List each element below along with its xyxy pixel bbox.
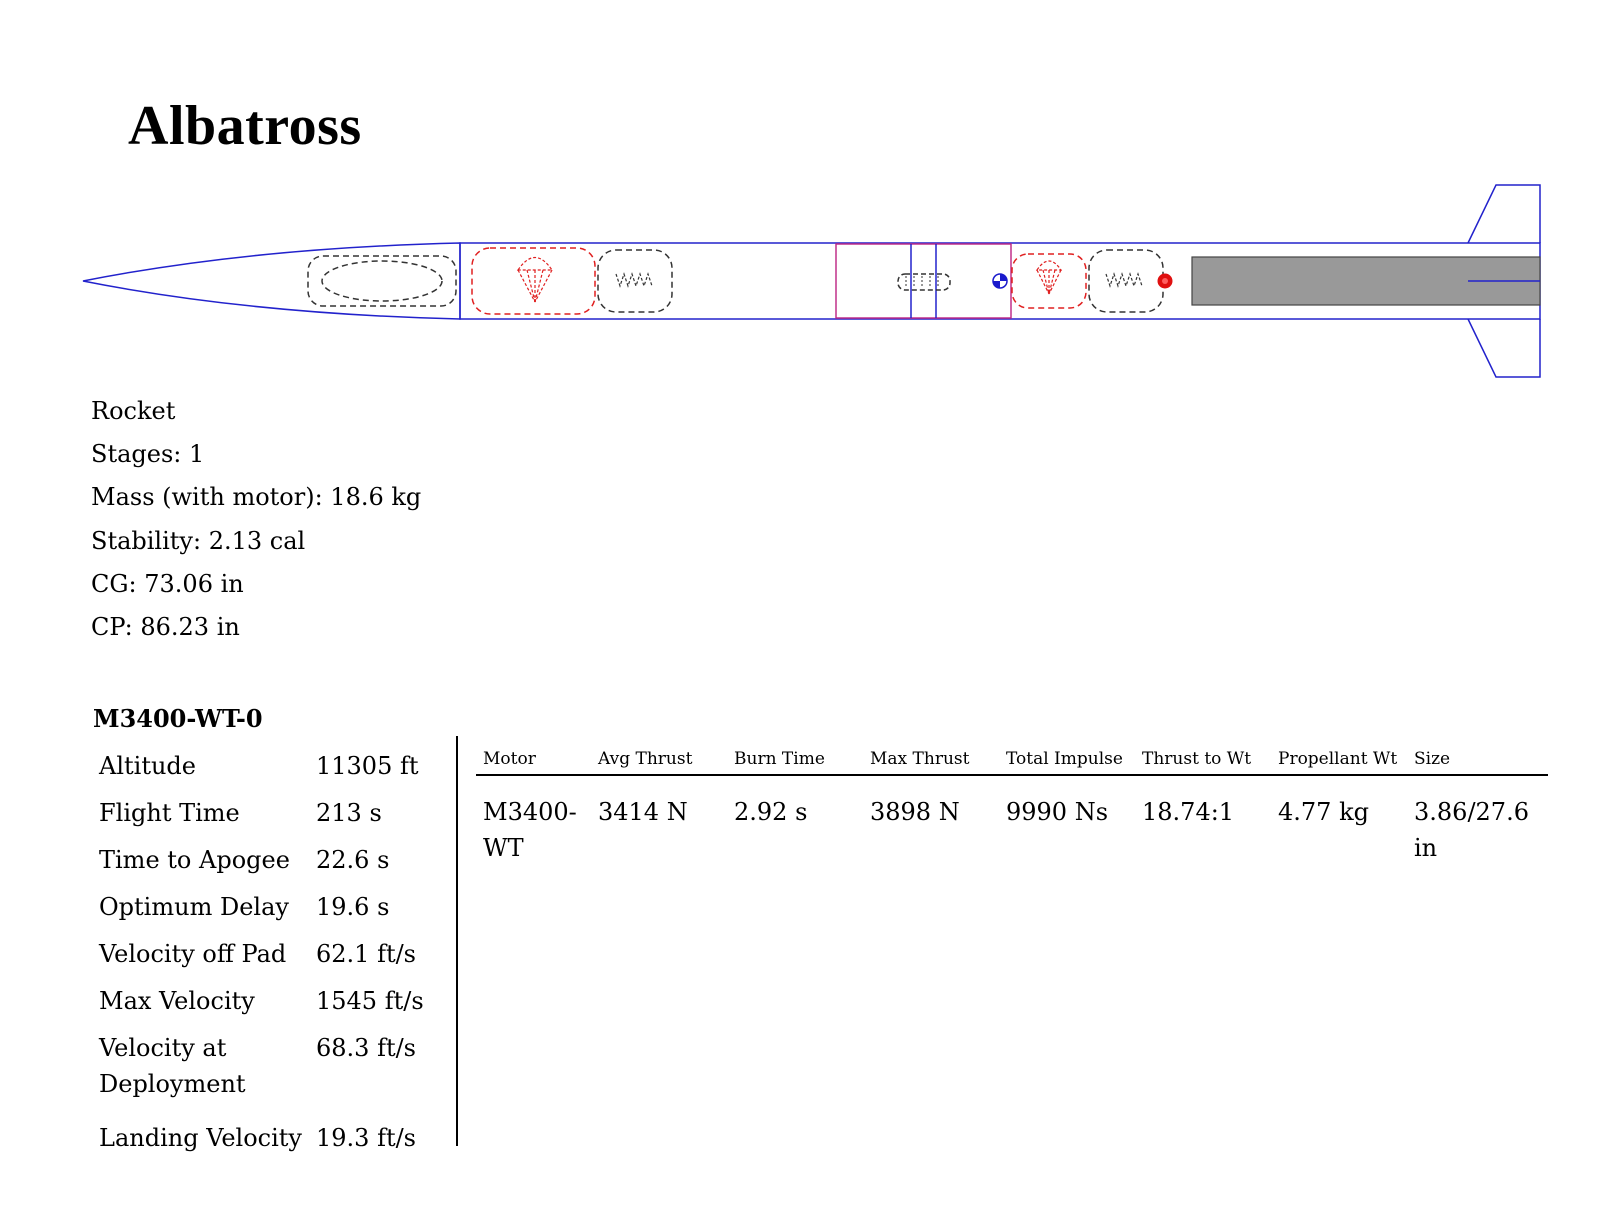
cell-burn-time: 2.92 s <box>734 798 808 826</box>
cp-marker-icon <box>1157 273 1173 289</box>
table-row: Optimum Delay 19.6 s <box>92 889 440 936</box>
cell-total-impulse: 9990 Ns <box>1006 798 1109 826</box>
stat-label: Velocity at Deployment <box>99 1034 246 1098</box>
page-title: Albatross <box>128 95 362 157</box>
nose-mass-component <box>307 255 457 307</box>
stat-label: Landing Velocity <box>99 1124 302 1152</box>
table-row: Velocity at Deployment 68.3 ft/s <box>92 1030 440 1120</box>
stat-label: Time to Apogee <box>99 846 290 874</box>
stat-value: 19.6 s <box>316 893 390 921</box>
table-row: Altitude 11305 ft <box>92 748 440 795</box>
header-motor: Motor <box>476 744 591 776</box>
cell-motor: M3400-WT <box>483 798 577 862</box>
shock-cord-1 <box>597 249 673 313</box>
stat-label: Velocity off Pad <box>99 940 287 968</box>
nose-ballast <box>321 260 443 302</box>
fin-top <box>1467 184 1541 244</box>
stages-value: Stages: 1 <box>91 440 205 469</box>
stat-value: 68.3 ft/s <box>316 1034 416 1062</box>
header-avg-thrust: Avg Thrust <box>591 744 727 776</box>
stat-value: 11305 ft <box>316 752 419 780</box>
stat-value: 213 s <box>316 799 382 827</box>
stat-value: 1545 ft/s <box>316 987 424 1015</box>
nose-cone <box>82 242 461 320</box>
drogue-parachute-icon <box>1035 260 1063 295</box>
motor-table: Motor Avg Thrust Burn Time Max Thrust To… <box>476 744 1548 866</box>
cell-propellant-wt: 4.77 kg <box>1278 798 1369 826</box>
stability-value: Stability: 2.13 cal <box>91 526 306 555</box>
flight-stats-table: Altitude 11305 ft Flight Time 213 s Time t… <box>92 748 440 1167</box>
shock-cord-2-icon <box>1105 272 1143 288</box>
header-total-impulse: Total Impulse <box>999 744 1135 776</box>
fin-bottom <box>1467 318 1541 378</box>
table-divider <box>456 736 458 1146</box>
stat-value: 62.1 ft/s <box>316 940 416 968</box>
stat-label: Optimum Delay <box>99 893 289 921</box>
stat-label: Altitude <box>99 752 196 780</box>
stat-label: Max Velocity <box>99 987 255 1015</box>
table-row: Landing Velocity 19.3 ft/s <box>92 1120 440 1167</box>
cell-thrust-to-wt: 18.74:1 <box>1142 798 1235 826</box>
motor-config-title: M3400-WT-0 <box>93 704 263 733</box>
table-row: Velocity off Pad 62.1 ft/s <box>92 936 440 983</box>
header-thrust-to-wt: Thrust to Wt <box>1135 744 1271 776</box>
header-size: Size <box>1407 744 1548 776</box>
shock-cord-icon <box>615 272 653 288</box>
coupler-tube <box>835 243 1012 319</box>
parachute-icon <box>516 256 554 303</box>
cg-value: CG: 73.06 in <box>91 569 244 598</box>
rocket-diagram <box>82 184 1541 378</box>
header-max-thrust: Max Thrust <box>863 744 999 776</box>
rocket-heading: Rocket <box>91 397 176 425</box>
mass-value: Mass (with motor): 18.6 kg <box>91 483 422 512</box>
cell-size: 3.86/27.6 in <box>1414 798 1529 862</box>
table-row: Flight Time 213 s <box>92 795 440 842</box>
table-header-row: Motor Avg Thrust Burn Time Max Thrust To… <box>476 744 1548 776</box>
header-propellant-wt: Propellant Wt <box>1271 744 1407 776</box>
stat-value: 22.6 s <box>316 846 390 874</box>
header-burn-time: Burn Time <box>727 744 863 776</box>
table-row: M3400-WT 3414 N 2.92 s 3898 N 9990 Ns 18… <box>476 775 1548 866</box>
cp-value: CP: 86.23 in <box>91 613 240 642</box>
rocket-info: Rocket Stages: 1 Mass (with motor): 18.6… <box>91 390 421 649</box>
shock-cord-2 <box>1088 249 1164 313</box>
stat-value: 19.3 ft/s <box>316 1124 416 1152</box>
cg-marker-icon <box>992 273 1008 289</box>
table-row: Max Velocity 1545 ft/s <box>92 983 440 1030</box>
cell-avg-thrust: 3414 N <box>598 798 688 826</box>
stat-label: Flight Time <box>99 799 240 827</box>
table-row: Time to Apogee 22.6 s <box>92 842 440 889</box>
cell-max-thrust: 3898 N <box>870 798 960 826</box>
